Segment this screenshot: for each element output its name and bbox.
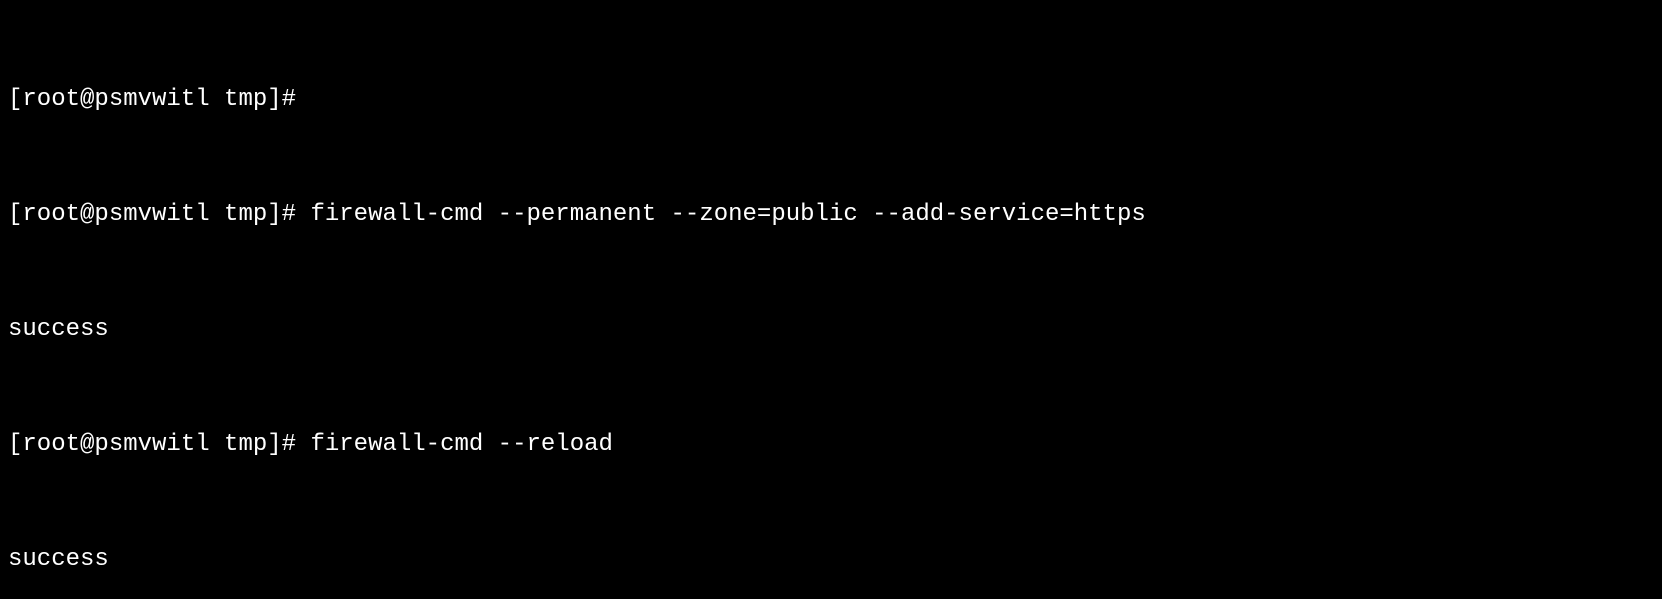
prompt: [root@psmvwitl tmp]# bbox=[8, 86, 296, 113]
terminal-line: [root@psmvwitl tmp]# bbox=[8, 81, 1654, 119]
command: firewall-cmd --permanent --zone=public -… bbox=[310, 201, 1145, 228]
terminal-line: [root@psmvwitl tmp]# firewall-cmd --perm… bbox=[8, 196, 1654, 234]
terminal-output: success bbox=[8, 311, 1654, 349]
terminal-output: success bbox=[8, 541, 1654, 579]
prompt: [root@psmvwitl tmp]# bbox=[8, 201, 296, 228]
command: firewall-cmd --reload bbox=[310, 431, 612, 458]
terminal-window[interactable]: [root@psmvwitl tmp]# [root@psmvwitl tmp]… bbox=[0, 0, 1662, 599]
prompt: [root@psmvwitl tmp]# bbox=[8, 431, 296, 458]
terminal-line: [root@psmvwitl tmp]# firewall-cmd --relo… bbox=[8, 426, 1654, 464]
